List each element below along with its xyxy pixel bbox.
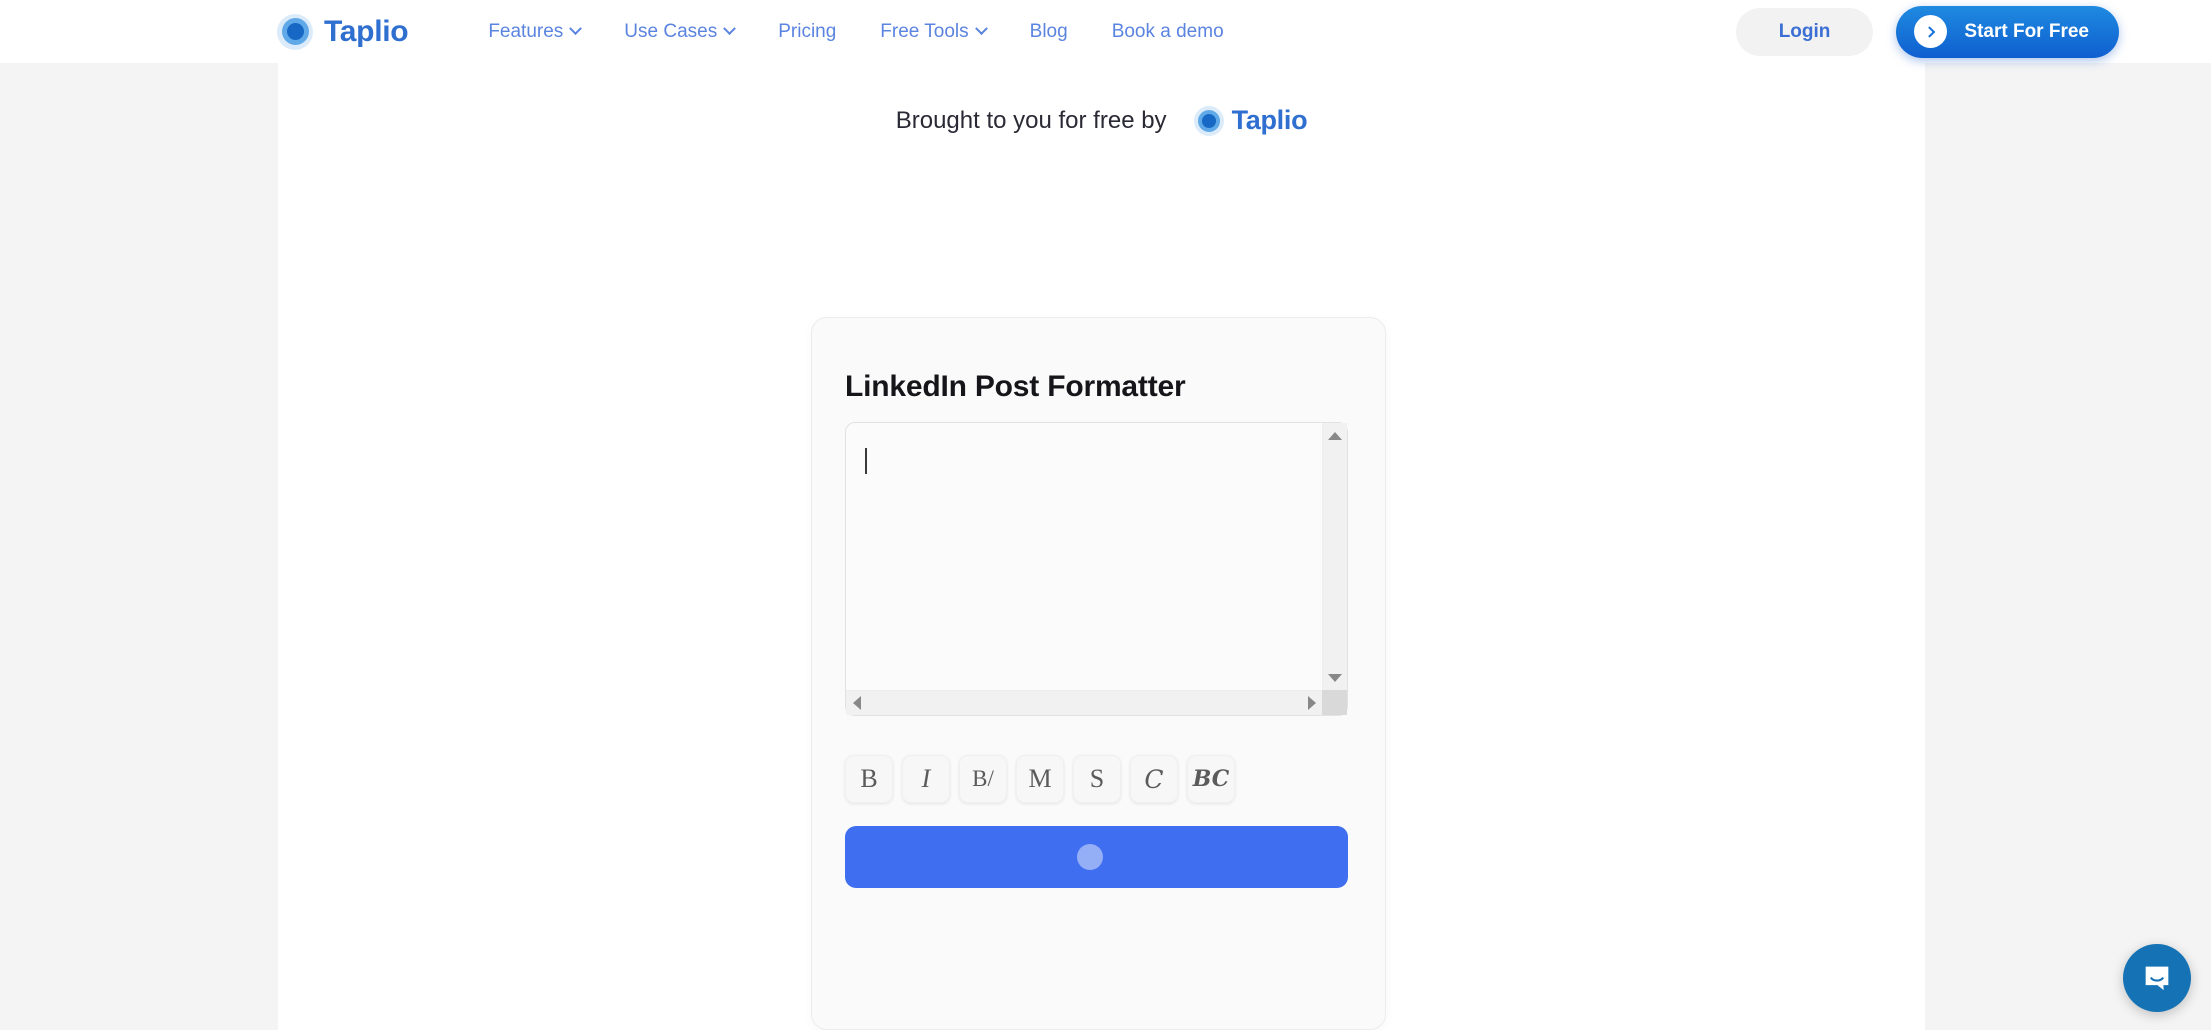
content-column: Brought to you for free by Taplio Linked… (278, 63, 1925, 1030)
format-italic-button[interactable]: I (902, 755, 950, 803)
scroll-left-arrow-icon[interactable] (853, 696, 861, 710)
nav-item-use-cases[interactable]: Use Cases (602, 21, 756, 43)
nav-item-book-a-demo[interactable]: Book a demo (1090, 21, 1246, 43)
brand-logo[interactable]: Taplio (277, 13, 409, 50)
top-navigation-bar: Taplio Features Use Cases Pricing Free T… (0, 0, 2211, 63)
taplio-circles-logo-icon (277, 13, 313, 50)
chevron-down-icon (723, 22, 737, 36)
post-editor (845, 422, 1348, 716)
format-monospace-button[interactable]: M (1016, 755, 1064, 803)
nav-item-free-tools[interactable]: Free Tools (858, 21, 1007, 43)
banner-brand-name: Taplio (1231, 105, 1308, 135)
scrollbar-corner (1322, 690, 1347, 715)
vertical-scrollbar[interactable] (1322, 423, 1347, 691)
start-for-free-button[interactable]: Start For Free (1896, 5, 2119, 58)
primary-cta-button[interactable] (845, 826, 1348, 888)
page-title: LinkedIn Post Formatter (845, 370, 1186, 403)
banner-text: Brought to you for free by (895, 106, 1167, 134)
post-text-input[interactable] (865, 444, 1308, 686)
text-caret (865, 448, 867, 474)
nav-item-pricing[interactable]: Pricing (756, 21, 858, 43)
intercom-chat-launcher[interactable] (2123, 944, 2191, 1012)
format-cursive-button[interactable]: C (1130, 755, 1178, 803)
scroll-right-arrow-icon[interactable] (1308, 696, 1316, 710)
nav-item-label: Free Tools (880, 20, 969, 42)
login-button[interactable]: Login (1735, 7, 1874, 56)
page-root: Taplio Features Use Cases Pricing Free T… (0, 0, 2211, 1030)
format-toolbar: B I B/ M S C BC (845, 755, 1235, 803)
nav-actions: Login Start For Free (1735, 5, 2119, 58)
brought-to-you-banner: Brought to you for free by Taplio (278, 105, 1925, 136)
nav-item-label: Pricing (778, 20, 837, 42)
nav-item-label: Book a demo (1111, 20, 1224, 42)
chat-bubble-icon (2145, 966, 2169, 991)
format-bold-button[interactable]: B (845, 755, 893, 803)
loading-spinner-icon (1076, 844, 1103, 870)
horizontal-scrollbar[interactable] (846, 690, 1323, 715)
taplio-circles-logo-icon (1193, 105, 1224, 136)
nav-item-blog[interactable]: Blog (1008, 21, 1090, 43)
brand-name: Taplio (324, 14, 409, 48)
post-formatter-card: LinkedIn Post Formatter B I B/ M S C BC (811, 317, 1386, 1030)
chevron-down-icon (569, 22, 583, 36)
scroll-up-arrow-icon[interactable] (1328, 432, 1342, 440)
nav-links: Features Use Cases Pricing Free Tools Bl… (466, 21, 1245, 43)
nav-item-label: Use Cases (624, 20, 718, 42)
nav-item-label: Features (488, 20, 564, 42)
chevron-down-icon (974, 22, 988, 36)
start-for-free-label: Start For Free (1964, 20, 2089, 42)
arrow-right-circle-icon (1914, 15, 1948, 48)
scroll-down-arrow-icon[interactable] (1328, 674, 1342, 682)
banner-brand-link[interactable]: Taplio (1193, 105, 1308, 136)
format-bold-cursive-button[interactable]: BC (1187, 755, 1235, 803)
nav-item-features[interactable]: Features (466, 21, 602, 43)
format-sans-serif-button[interactable]: S (1073, 755, 1121, 803)
format-bold-italic-button[interactable]: B/ (959, 755, 1007, 803)
nav-item-label: Blog (1029, 20, 1068, 42)
